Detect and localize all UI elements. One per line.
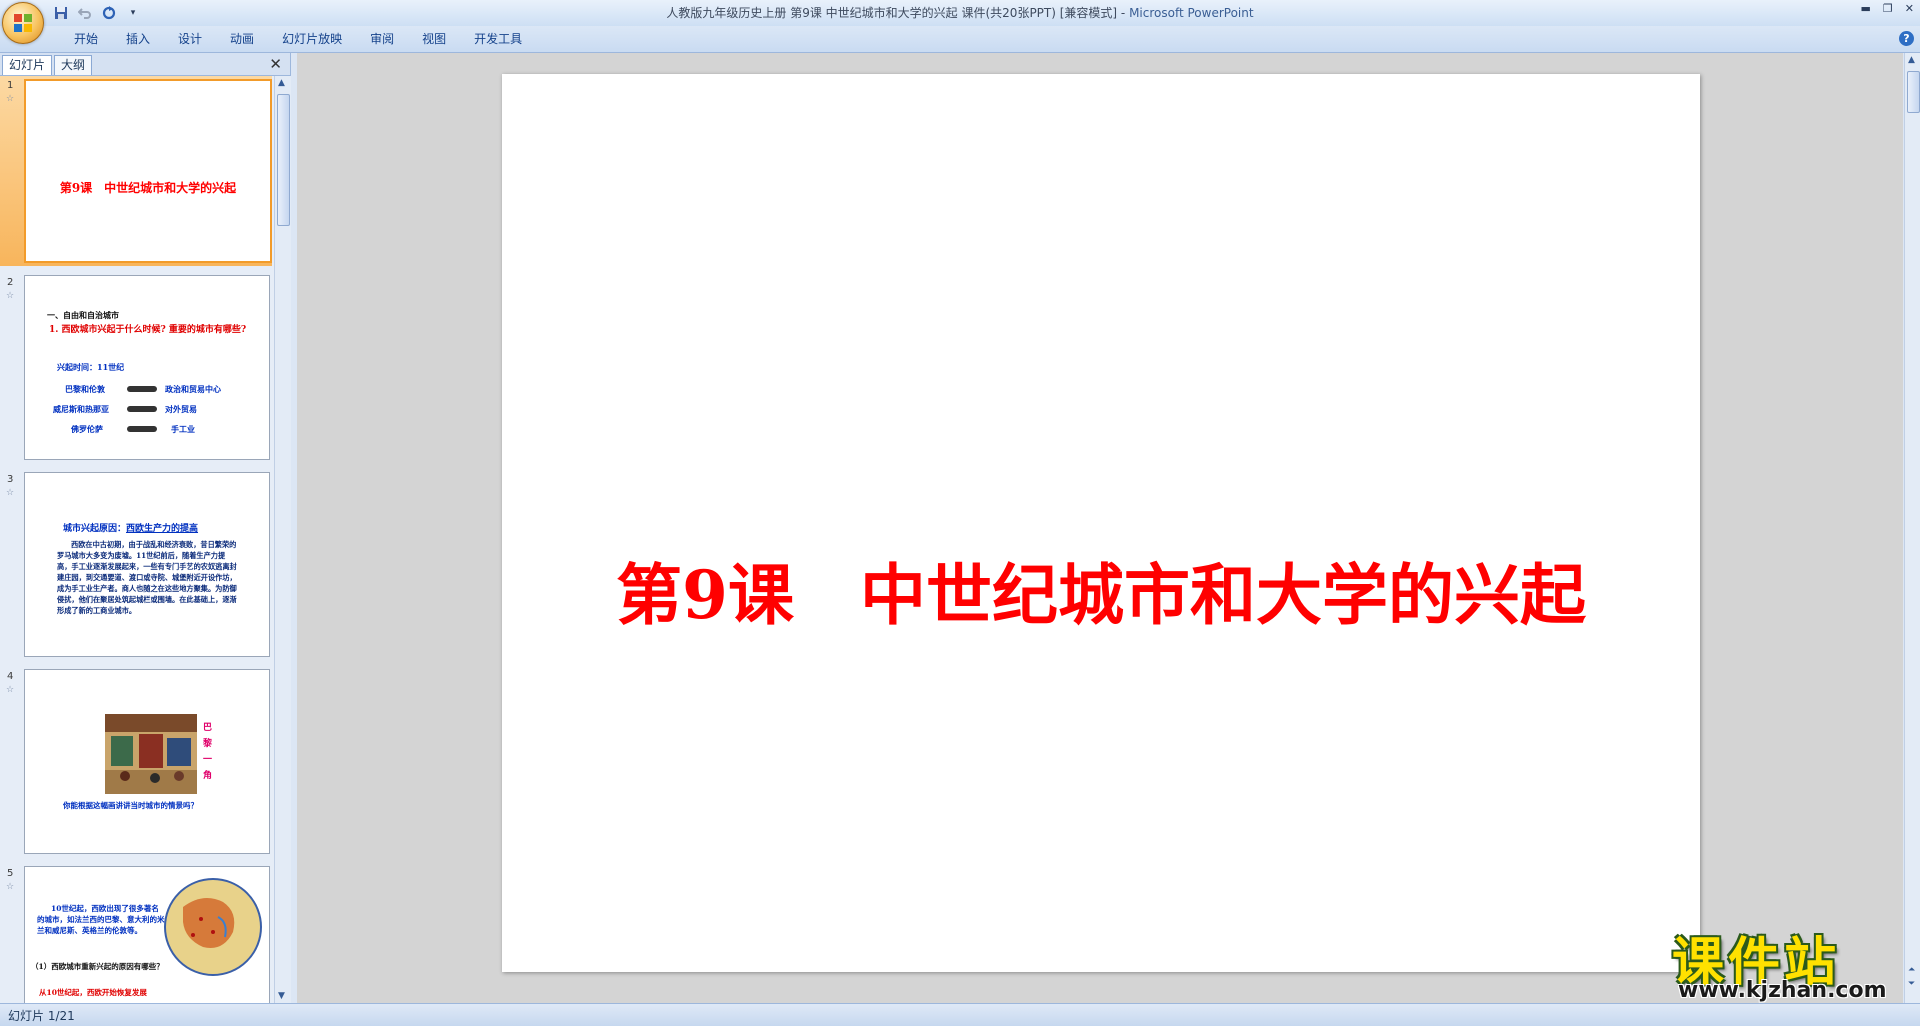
scroll-thumb[interactable]: [1907, 71, 1920, 113]
close-window-icon[interactable]: ✕: [1905, 2, 1914, 15]
tab-developer[interactable]: 开发工具: [460, 30, 536, 48]
thumbnail-role: 对外贸易: [165, 404, 197, 414]
slide-indicator: 幻灯片 1/21: [8, 1009, 75, 1023]
arrow-shape: [127, 406, 157, 412]
thumbnail-answer: 从10世纪起，西欧开始恢复发展: [39, 988, 147, 997]
animation-star-icon: ☆: [6, 94, 15, 104]
thumbnail-time: 兴起时间：11世纪: [57, 362, 125, 372]
thumbnail-city: 巴黎和伦敦: [65, 384, 105, 394]
thumbnail-city: 威尼斯和热那亚: [53, 404, 109, 414]
animation-star-icon: ☆: [6, 882, 15, 892]
slide-number: 4: [7, 671, 14, 682]
ribbon-tabs: 开始 插入 设计 动画 幻灯片放映 审阅 视图 开发工具: [60, 30, 536, 48]
close-panel-icon[interactable]: ✕: [269, 55, 282, 73]
scroll-down-icon[interactable]: ▼: [278, 991, 285, 1001]
slide-number: 1: [7, 80, 14, 91]
slide-thumbnail-4[interactable]: 4 ☆ 巴黎一角 你能根据这幅画讲讲当时城市的情景吗？: [0, 667, 272, 857]
tab-animations[interactable]: 动画: [216, 30, 268, 48]
slide-editing-area: 第9课 中世纪城市和大学的兴起: [297, 53, 1903, 1003]
animation-star-icon: ☆: [6, 685, 15, 695]
scroll-up-icon[interactable]: ▲: [278, 78, 285, 88]
main-scrollbar[interactable]: ▲ ⏶ ⏷: [1904, 53, 1920, 1003]
restore-icon[interactable]: ❐: [1883, 2, 1893, 15]
thumbnail-title: 第9课 中世纪城市和大学的兴起: [59, 181, 237, 195]
arrow-shape: [127, 386, 157, 392]
window-controls: ▬ ❐ ✕: [1861, 2, 1915, 15]
office-logo-icon: [14, 14, 32, 32]
tab-outline[interactable]: 大纲: [54, 55, 93, 75]
ribbon-tab-bar: 开始 插入 设计 动画 幻灯片放映 审阅 视图 开发工具 ?: [0, 26, 1920, 53]
thumbnail-question: （1）西欧城市重新兴起的原因有哪些？: [31, 962, 164, 971]
thumbnail-side-caption: 巴黎一角: [203, 723, 213, 781]
slide-thumbnail-5[interactable]: 5 ☆ 10世纪起，西欧出现了很多著名的城市，如法兰西的巴黎、意大利的米兰和威尼…: [0, 864, 272, 1003]
tab-view[interactable]: 视图: [408, 30, 460, 48]
slide-thumbnail-3[interactable]: 3 ☆ 城市兴起原因：西欧生产力的提高 西欧在中古初期，由于战乱和经济衰败，昔日…: [0, 470, 272, 660]
paris-painting-image: [105, 714, 197, 794]
document-title: 人教版九年级历史上册 第9课 中世纪城市和大学的兴起 课件(共20张PPT) […: [666, 6, 1118, 20]
europe-map-image: [163, 877, 263, 977]
tab-slides[interactable]: 幻灯片: [2, 55, 53, 75]
minimize-icon[interactable]: ▬: [1861, 2, 1871, 15]
watermark-logo: 课件站 www.kjzhan.com: [1660, 920, 1900, 1010]
slide-number: 2: [7, 277, 14, 288]
thumbnail-heading: 城市兴起原因：: [63, 524, 127, 534]
thumbnail-role: 手工业: [171, 424, 195, 434]
thumbnail-body: 西欧在中古初期，由于战乱和经济衰败，昔日繁荣的罗马城市大多变为废墟。11世纪前后…: [57, 540, 237, 615]
slides-panel: 幻灯片 大纲 ✕ 1 ☆ 第9课 中世纪城市和大学的兴起 2 ☆ 一、自由和自治…: [0, 53, 291, 1003]
next-slide-icon[interactable]: ⏷: [1908, 979, 1915, 989]
panel-tabs: 幻灯片 大纲 ✕: [0, 53, 290, 76]
previous-slide-icon[interactable]: ⏶: [1908, 965, 1915, 975]
slide-number: 5: [7, 868, 14, 879]
thumbnail-canvas: 10世纪起，西欧出现了很多著名的城市，如法兰西的巴黎、意大利的米兰和威尼斯、英格…: [24, 866, 270, 1003]
thumbnail-heading-link: 西欧生产力的提高: [126, 524, 199, 534]
title-bar: ▾ 人教版九年级历史上册 第9课 中世纪城市和大学的兴起 课件(共20张PPT)…: [0, 0, 1920, 26]
thumbnail-question: 1. 西欧城市兴起于什么时候? 重要的城市有哪些?: [49, 325, 247, 335]
tab-insert[interactable]: 插入: [112, 30, 164, 48]
animation-star-icon: ☆: [6, 291, 15, 301]
slide-number: 3: [7, 474, 14, 485]
scroll-thumb[interactable]: [277, 94, 290, 226]
window-title: 人教版九年级历史上册 第9课 中世纪城市和大学的兴起 课件(共20张PPT) […: [0, 4, 1920, 21]
thumbnail-city: 佛罗伦萨: [71, 424, 103, 434]
current-slide[interactable]: 第9课 中世纪城市和大学的兴起: [502, 74, 1700, 972]
help-icon[interactable]: ?: [1899, 31, 1914, 46]
thumbnail-caption: 你能根据这幅画讲讲当时城市的情景吗？: [63, 801, 198, 810]
arrow-shape: [127, 426, 157, 432]
status-bar: 幻灯片 1/21: [0, 1003, 1920, 1026]
slide-thumbnail-2[interactable]: 2 ☆ 一、自由和自治城市 1. 西欧城市兴起于什么时候? 重要的城市有哪些? …: [0, 273, 272, 463]
thumbnail-canvas: 巴黎一角 你能根据这幅画讲讲当时城市的情景吗？: [24, 669, 270, 854]
tab-review[interactable]: 审阅: [356, 30, 408, 48]
panel-scrollbar[interactable]: ▲ ▼: [274, 76, 291, 1003]
app-name: Microsoft PowerPoint: [1129, 6, 1254, 20]
tab-design[interactable]: 设计: [164, 30, 216, 48]
thumbnail-role: 政治和贸易中心: [165, 384, 221, 394]
animation-star-icon: ☆: [6, 488, 15, 498]
title-separator: -: [1117, 6, 1130, 20]
watermark-url: www.kjzhan.com: [1678, 978, 1887, 1003]
tab-slideshow[interactable]: 幻灯片放映: [268, 30, 356, 48]
thumbnail-body: 10世纪起，西欧出现了很多著名的城市，如法兰西的巴黎、意大利的米兰和威尼斯、英格…: [37, 904, 165, 935]
scroll-up-icon[interactable]: ▲: [1908, 55, 1915, 65]
slide-thumbnail-list: 1 ☆ 第9课 中世纪城市和大学的兴起 2 ☆ 一、自由和自治城市 1. 西欧城…: [0, 76, 272, 1003]
thumbnail-canvas: 一、自由和自治城市 1. 西欧城市兴起于什么时候? 重要的城市有哪些? 兴起时间…: [24, 275, 270, 460]
slide-title[interactable]: 第9课 中世纪城市和大学的兴起: [502, 542, 1700, 638]
thumbnail-canvas: 城市兴起原因：西欧生产力的提高 西欧在中古初期，由于战乱和经济衰败，昔日繁荣的罗…: [24, 472, 270, 657]
tab-home[interactable]: 开始: [60, 30, 112, 48]
thumbnail-canvas: 第9课 中世纪城市和大学的兴起: [24, 79, 272, 263]
office-button[interactable]: [2, 2, 44, 44]
slide-thumbnail-1[interactable]: 1 ☆ 第9课 中世纪城市和大学的兴起: [0, 76, 272, 266]
thumbnail-heading: 一、自由和自治城市: [47, 310, 119, 320]
